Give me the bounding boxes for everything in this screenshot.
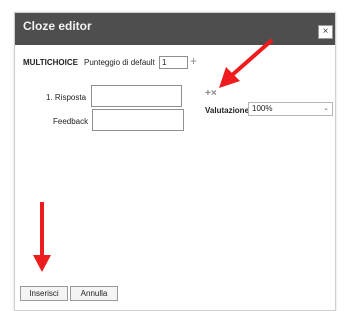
arrow-shaft: [229, 38, 274, 78]
cancel-button[interactable]: Annulla: [70, 286, 118, 301]
question-type-label: MULTICHOICE: [23, 58, 78, 67]
insert-button[interactable]: Inserisci: [20, 286, 68, 301]
annotation-arrow-insert: [33, 202, 51, 272]
annotation-arrow-add-delete: [219, 38, 274, 88]
grade-select-value: 100%: [252, 104, 273, 113]
arrow-head: [33, 255, 51, 272]
add-answer-icon[interactable]: +: [190, 55, 197, 67]
dialog-title: Cloze editor: [23, 19, 92, 33]
close-button[interactable]: ×: [318, 25, 333, 39]
answer-label: 1. Risposta: [46, 93, 87, 102]
default-score-input[interactable]: [159, 56, 188, 69]
grade-label: Valutazione: [205, 106, 250, 115]
dialog-titlebar: Cloze editor ×: [15, 13, 335, 45]
feedback-label: Feedback: [53, 117, 89, 126]
chevron-down-icon: ⌄: [323, 105, 329, 112]
answer-input[interactable]: [91, 85, 182, 107]
cloze-editor-dialog: Cloze editor × MULTICHOICE Punteggio di …: [14, 12, 336, 311]
close-icon: ×: [322, 26, 329, 37]
default-score-label: Punteggio di default: [84, 58, 155, 67]
grade-select[interactable]: 100% ⌄: [248, 102, 333, 116]
feedback-input[interactable]: [92, 109, 184, 131]
